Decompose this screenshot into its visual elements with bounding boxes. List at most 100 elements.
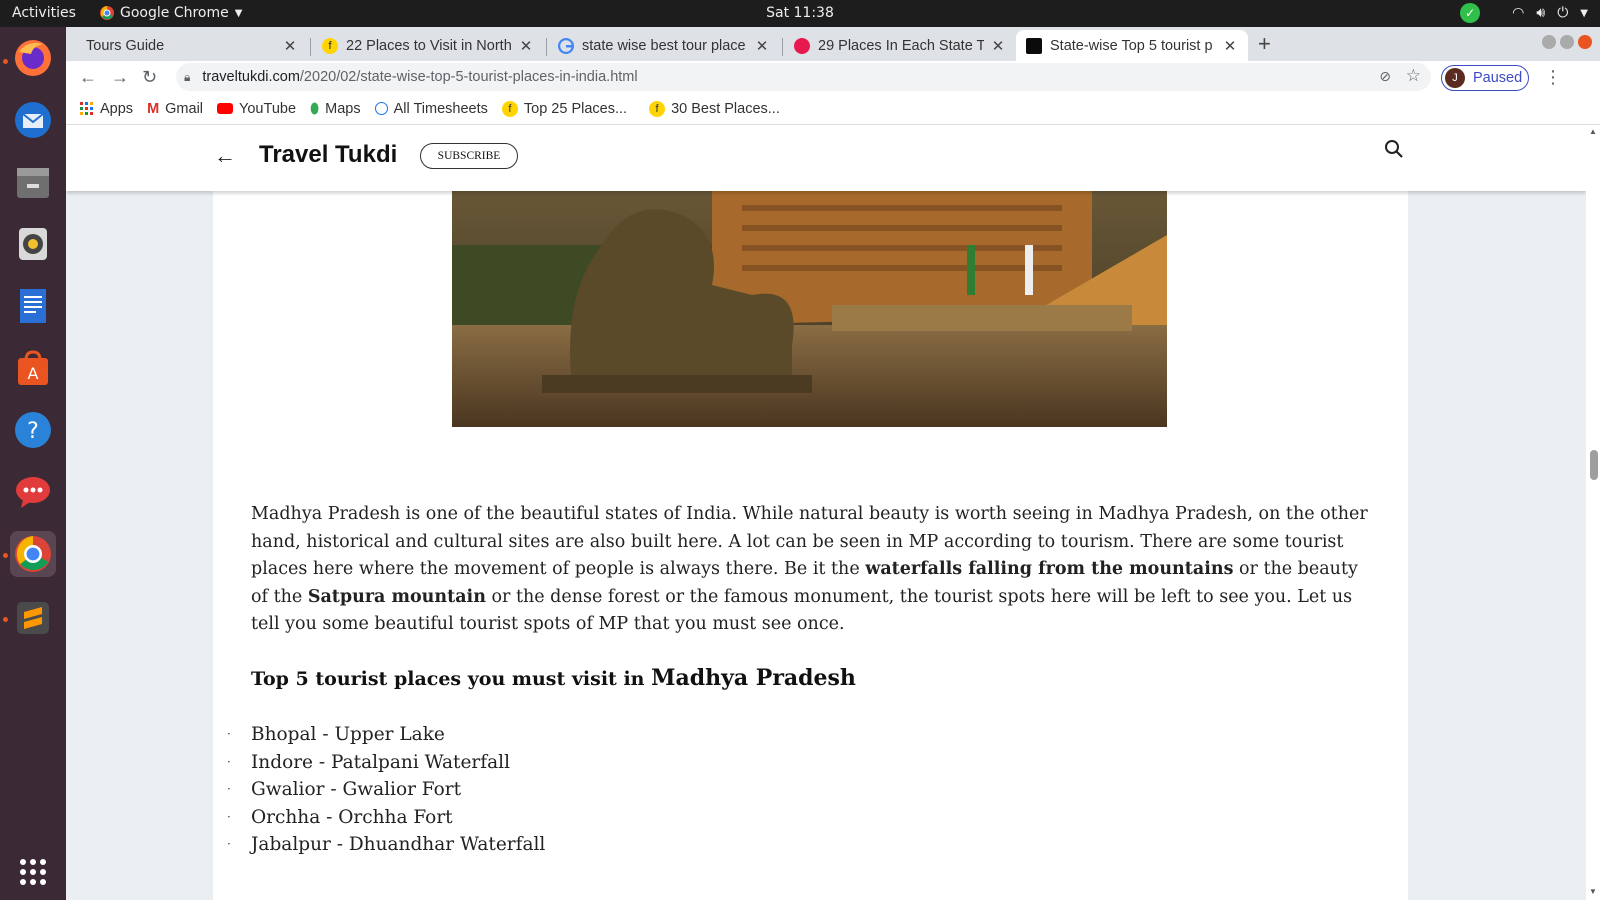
article-container: Madhya Pradesh is one of the beautiful s… bbox=[213, 125, 1408, 900]
bookmark-timesheets[interactable]: All Timesheets bbox=[374, 100, 488, 117]
tab-22-places[interactable]: f 22 Places to Visit in North ✕ bbox=[312, 30, 544, 61]
bookmark-label: Maps bbox=[325, 100, 361, 117]
tab-tours-guide[interactable]: Tours Guide ✕ bbox=[76, 30, 308, 61]
running-indicator bbox=[3, 617, 8, 622]
bookmark-apps[interactable]: Apps bbox=[80, 101, 133, 117]
firefox-icon[interactable] bbox=[10, 35, 56, 81]
place-text: Bhopal - Upper Lake bbox=[251, 724, 445, 745]
tab-separator bbox=[782, 38, 783, 56]
close-icon[interactable]: ✕ bbox=[282, 37, 298, 55]
minimize-icon[interactable] bbox=[1542, 35, 1556, 49]
tab-separator bbox=[546, 38, 547, 56]
bookmark-label: YouTube bbox=[239, 100, 297, 117]
reload-icon[interactable]: ↻ bbox=[142, 67, 157, 88]
subscribe-button[interactable]: SUBSCRIBE bbox=[420, 143, 518, 169]
bookmark-label: Top 25 Places... bbox=[523, 100, 628, 117]
new-tab-button[interactable]: + bbox=[1258, 31, 1271, 57]
chevron-down-icon: ▼ bbox=[234, 7, 243, 19]
running-indicator bbox=[3, 553, 8, 558]
list-item: · Jabalpur - Dhuandhar Waterfall bbox=[227, 831, 545, 859]
heading-state: Madhya Pradesh bbox=[651, 665, 856, 691]
bookmark-top-25[interactable]: f Top 25 Places... bbox=[501, 100, 628, 117]
star-icon[interactable]: ☆ bbox=[1406, 66, 1421, 86]
writer-icon[interactable] bbox=[10, 283, 56, 329]
site-title[interactable]: Travel Tukdi bbox=[259, 141, 397, 169]
rhythmbox-icon[interactable] bbox=[10, 221, 56, 267]
gmail-icon: M bbox=[147, 100, 160, 117]
site-f-icon: f bbox=[649, 100, 666, 117]
running-indicator bbox=[3, 59, 8, 64]
close-icon[interactable]: ✕ bbox=[518, 37, 534, 55]
temple-photo bbox=[452, 175, 1167, 427]
bullet: · bbox=[227, 727, 231, 741]
site-f-icon: f bbox=[501, 100, 518, 117]
sublime-text-icon[interactable] bbox=[10, 595, 56, 641]
software-center-icon[interactable]: A bbox=[10, 345, 56, 391]
volume-icon: 🔊︎ bbox=[1536, 5, 1546, 21]
tab-google-search[interactable]: state wise best tour place ✕ bbox=[548, 30, 780, 61]
bookmark-label: All Timesheets bbox=[393, 100, 488, 117]
list-item: · Gwalior - Gwalior Fort bbox=[227, 776, 545, 804]
bookmark-maps[interactable]: ⬮ Maps bbox=[310, 101, 361, 117]
timesheets-icon bbox=[374, 102, 388, 115]
bookmark-30-best[interactable]: f 30 Best Places... bbox=[649, 100, 780, 117]
chrome-dock-icon[interactable] bbox=[10, 531, 56, 577]
bookmarks-bar: Apps M Gmail YouTube ⬮ Maps All Timesheets… bbox=[66, 93, 1600, 125]
site-f-icon: f bbox=[322, 37, 338, 54]
list-item: · Orchha - Orchha Fort bbox=[227, 804, 545, 832]
system-top-bar: Activities Google Chrome ▼ Sat 11:38 ✓ ◠… bbox=[0, 0, 1600, 27]
tab-state-wise-top5[interactable]: State-wise Top 5 tourist p ✕ bbox=[1016, 30, 1248, 61]
close-icon[interactable]: ✕ bbox=[990, 37, 1006, 55]
address-bar[interactable]: 🔒︎ traveltukdi.com/2020/02/state-wise-to… bbox=[176, 63, 1431, 91]
site-lips-icon bbox=[794, 37, 810, 54]
chat-icon[interactable] bbox=[10, 469, 56, 515]
update-check-icon[interactable]: ✓ bbox=[1460, 3, 1481, 23]
app-menu[interactable]: Google Chrome ▼ bbox=[100, 5, 242, 21]
place-text: Orchha - Orchha Fort bbox=[251, 806, 453, 828]
close-icon[interactable]: ✕ bbox=[754, 37, 770, 55]
bullet: · bbox=[227, 837, 231, 851]
chrome-icon bbox=[100, 6, 114, 20]
tab-separator bbox=[310, 38, 311, 56]
scroll-up-icon[interactable]: ▲ bbox=[1589, 127, 1597, 136]
google-icon bbox=[558, 37, 574, 54]
close-window-icon[interactable] bbox=[1578, 35, 1592, 49]
scroll-down-icon[interactable]: ▼ bbox=[1589, 887, 1597, 896]
svg-text:A: A bbox=[28, 364, 39, 383]
forward-icon[interactable]: → bbox=[111, 67, 129, 88]
scrollbar[interactable]: ▲ ▼ bbox=[1586, 125, 1600, 900]
lock-icon: 🔒︎ bbox=[184, 69, 191, 84]
power-icon: ⏻ bbox=[1557, 5, 1569, 21]
kebab-menu-icon[interactable]: ⋮ bbox=[1544, 67, 1562, 88]
maximize-icon[interactable] bbox=[1560, 35, 1574, 49]
avatar: J bbox=[1445, 68, 1465, 88]
activities-button[interactable]: Activities bbox=[12, 5, 76, 21]
back-arrow-icon[interactable]: ← bbox=[214, 143, 236, 169]
tab-title: State-wise Top 5 tourist p bbox=[1050, 37, 1213, 54]
para-bold: waterfalls falling from the mountains bbox=[865, 559, 1234, 579]
scrollbar-thumb[interactable] bbox=[1590, 450, 1598, 480]
tab-title: 29 Places In Each State Th bbox=[818, 37, 984, 54]
dock: A ? bbox=[0, 27, 66, 900]
clock[interactable]: Sat 11:38 bbox=[766, 5, 834, 21]
bookmark-youtube[interactable]: YouTube bbox=[217, 101, 296, 117]
close-icon[interactable]: ✕ bbox=[1222, 37, 1238, 55]
bookmark-gmail[interactable]: M Gmail bbox=[147, 101, 203, 117]
profile-status: Paused bbox=[1473, 70, 1523, 86]
show-apps-icon[interactable] bbox=[10, 849, 56, 895]
profile-button[interactable]: J Paused bbox=[1441, 65, 1529, 91]
bookmark-label: 30 Best Places... bbox=[671, 100, 780, 117]
eye-off-icon[interactable]: ⊘ bbox=[1379, 68, 1391, 85]
search-icon[interactable] bbox=[1384, 139, 1404, 159]
system-tray[interactable]: ✓ ◠ 🔊︎ ⏻ ▼ bbox=[1460, 3, 1588, 23]
url-path: /2020/02/state-wise-top-5-tourist-places… bbox=[299, 69, 638, 85]
tab-strip: Tours Guide ✕ f 22 Places to Visit in Nor… bbox=[66, 27, 1600, 61]
tab-29-places[interactable]: 29 Places In Each State Th ✕ bbox=[784, 30, 1016, 61]
list-item: · Bhopal - Upper Lake bbox=[227, 721, 545, 749]
wifi-icon: ◠ bbox=[1512, 5, 1525, 21]
back-icon[interactable]: ← bbox=[79, 67, 97, 88]
help-icon[interactable]: ? bbox=[10, 407, 56, 453]
files-icon[interactable] bbox=[10, 159, 56, 205]
thunderbird-icon[interactable] bbox=[10, 97, 56, 143]
bookmark-label: Apps bbox=[100, 100, 134, 117]
